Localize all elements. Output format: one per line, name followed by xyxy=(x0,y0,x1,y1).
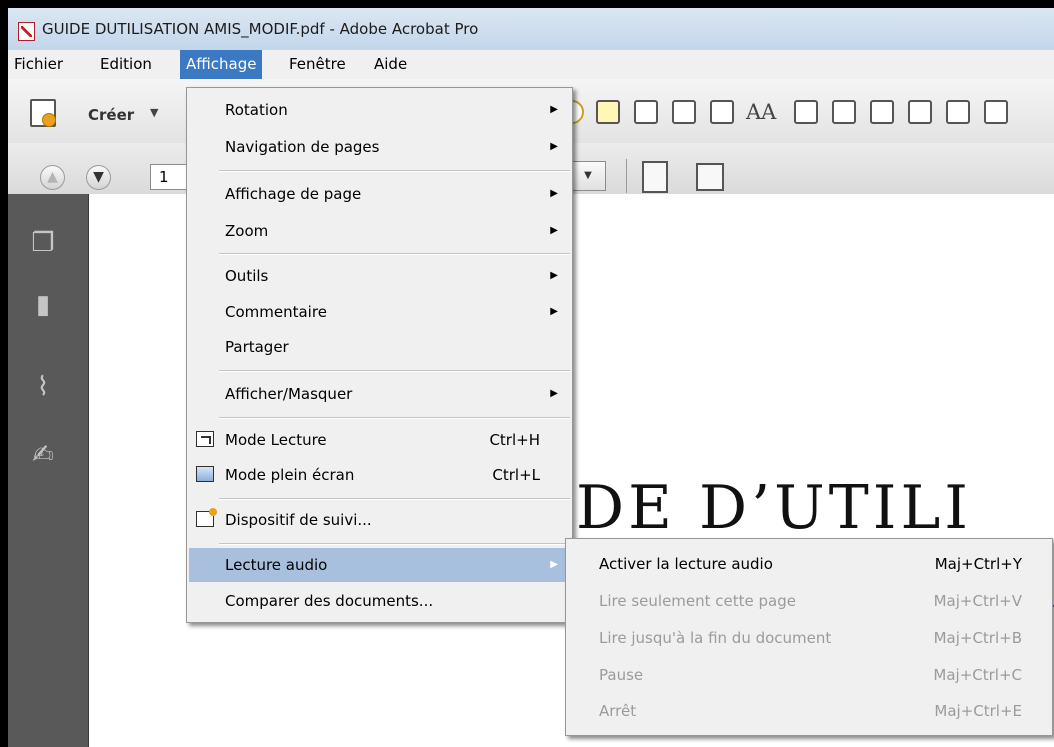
affichage-menu: Rotation ▶ Navigation de pages ▶ Afficha… xyxy=(186,87,573,623)
submenu-item-lire-fin: Lire jusqu'à la fin du document Maj+Ctrl… xyxy=(599,629,1022,647)
menu-aide[interactable]: Aide xyxy=(368,50,413,79)
replace-page-icon[interactable] xyxy=(710,100,734,124)
fit-width-icon[interactable] xyxy=(696,163,724,191)
text-edit-icon[interactable] xyxy=(596,100,620,124)
menu-item-comparer-documents[interactable]: Comparer des documents... xyxy=(189,584,570,618)
page-number-input[interactable]: 1 xyxy=(150,164,190,190)
submenu-arrow-icon: ▶ xyxy=(550,141,558,152)
submenu-item-arret: Arrêt Maj+Ctrl+E xyxy=(599,702,1022,720)
submenu-arrow-icon: ▶ xyxy=(550,188,558,199)
menu-separator xyxy=(219,170,570,172)
zoom-dropdown-icon[interactable]: ▼ xyxy=(570,161,606,191)
submenu-arrow-icon: ▶ xyxy=(550,388,558,399)
comment-icon[interactable] xyxy=(832,100,856,124)
signatures-icon[interactable]: ✍ xyxy=(28,440,58,470)
tracker-icon xyxy=(196,508,217,527)
next-page-icon[interactable]: ▼ xyxy=(86,165,111,190)
menu-fenetre[interactable]: Fenêtre xyxy=(283,50,352,79)
acrobat-window: GUIDE DUTILISATION AMIS_MODIF.pdf - Adob… xyxy=(8,8,1054,747)
menu-item-mode-lecture[interactable]: Mode Lecture Ctrl+H xyxy=(189,423,570,457)
create-button[interactable]: Créer xyxy=(88,106,134,124)
create-dropdown-icon[interactable]: ▼ xyxy=(150,106,158,119)
submenu-item-lire-page: Lire seulement cette page Maj+Ctrl+V xyxy=(599,592,1022,610)
document-heading: DE D’UTILI xyxy=(576,473,972,543)
menu-item-affichage-page[interactable]: Affichage de page ▶ xyxy=(189,177,570,211)
menu-item-navigation-pages[interactable]: Navigation de pages ▶ xyxy=(189,130,570,164)
menu-item-partager[interactable]: Partager xyxy=(189,330,570,364)
menu-item-outils[interactable]: Outils ▶ xyxy=(189,259,570,293)
title-bar: GUIDE DUTILISATION AMIS_MODIF.pdf - Adob… xyxy=(8,8,1054,50)
attach-comment-icon[interactable] xyxy=(870,100,894,124)
menu-item-dispositif-suivi[interactable]: Dispositif de suivi... xyxy=(189,503,570,537)
pages-icon[interactable]: ❐ xyxy=(28,228,58,258)
menu-item-rotation[interactable]: Rotation ▶ xyxy=(189,93,570,127)
menu-item-afficher-masquer[interactable]: Afficher/Masquer ▶ xyxy=(189,377,570,411)
submenu-arrow-icon: ▶ xyxy=(550,306,558,317)
menu-separator xyxy=(219,370,570,372)
bookmarks-icon[interactable]: ▮ xyxy=(28,290,58,320)
lecture-audio-submenu: Activer la lecture audio Maj+Ctrl+Y Lire… xyxy=(565,538,1053,736)
sign-icon[interactable] xyxy=(946,100,970,124)
menu-affichage[interactable]: Affichage xyxy=(180,50,263,79)
submenu-arrow-icon: ▶ xyxy=(550,225,558,236)
insert-page-icon[interactable] xyxy=(672,100,696,124)
stamp-icon[interactable] xyxy=(908,100,932,124)
menu-item-zoom[interactable]: Zoom ▶ xyxy=(189,214,570,248)
menu-separator xyxy=(219,253,570,255)
submenu-arrow-icon: ▶ xyxy=(550,559,558,570)
book-icon[interactable] xyxy=(984,100,1008,124)
submenu-arrow-icon: ▶ xyxy=(550,270,558,281)
submenu-arrow-icon: ▶ xyxy=(550,104,558,115)
delete-page-icon[interactable] xyxy=(634,100,658,124)
pdf-file-icon xyxy=(18,22,35,41)
menu-separator xyxy=(219,498,570,500)
form-field-icon[interactable] xyxy=(794,100,818,124)
reading-mode-icon xyxy=(196,431,214,447)
window-title: GUIDE DUTILISATION AMIS_MODIF.pdf - Adob… xyxy=(42,20,479,38)
create-pdf-icon[interactable] xyxy=(30,99,56,127)
submenu-item-pause: Pause Maj+Ctrl+C xyxy=(599,666,1022,684)
attachments-icon[interactable]: ⌇ xyxy=(28,372,58,402)
submenu-item-activer[interactable]: Activer la lecture audio Maj+Ctrl+Y xyxy=(568,547,1050,581)
menu-item-plein-ecran[interactable]: Mode plein écran Ctrl+L xyxy=(189,458,570,492)
text-size-icon[interactable]: AA xyxy=(746,100,776,124)
menu-item-commentaire[interactable]: Commentaire ▶ xyxy=(189,295,570,329)
menu-edition[interactable]: Edition xyxy=(94,50,158,79)
previous-page-icon[interactable]: ▲ xyxy=(40,165,65,190)
toolbar-separator xyxy=(626,159,627,193)
menu-fichier[interactable]: Fichier xyxy=(8,50,69,79)
full-screen-icon xyxy=(196,466,214,482)
menu-separator xyxy=(219,543,570,545)
fit-page-icon[interactable] xyxy=(642,161,668,193)
menu-item-lecture-audio[interactable]: Lecture audio ▶ xyxy=(189,548,570,582)
menu-separator xyxy=(219,417,570,419)
menu-bar: Fichier Edition Affichage Fenêtre Aide xyxy=(8,50,1054,80)
navigation-pane: ❐ ▮ ⌇ ✍ xyxy=(8,194,89,747)
